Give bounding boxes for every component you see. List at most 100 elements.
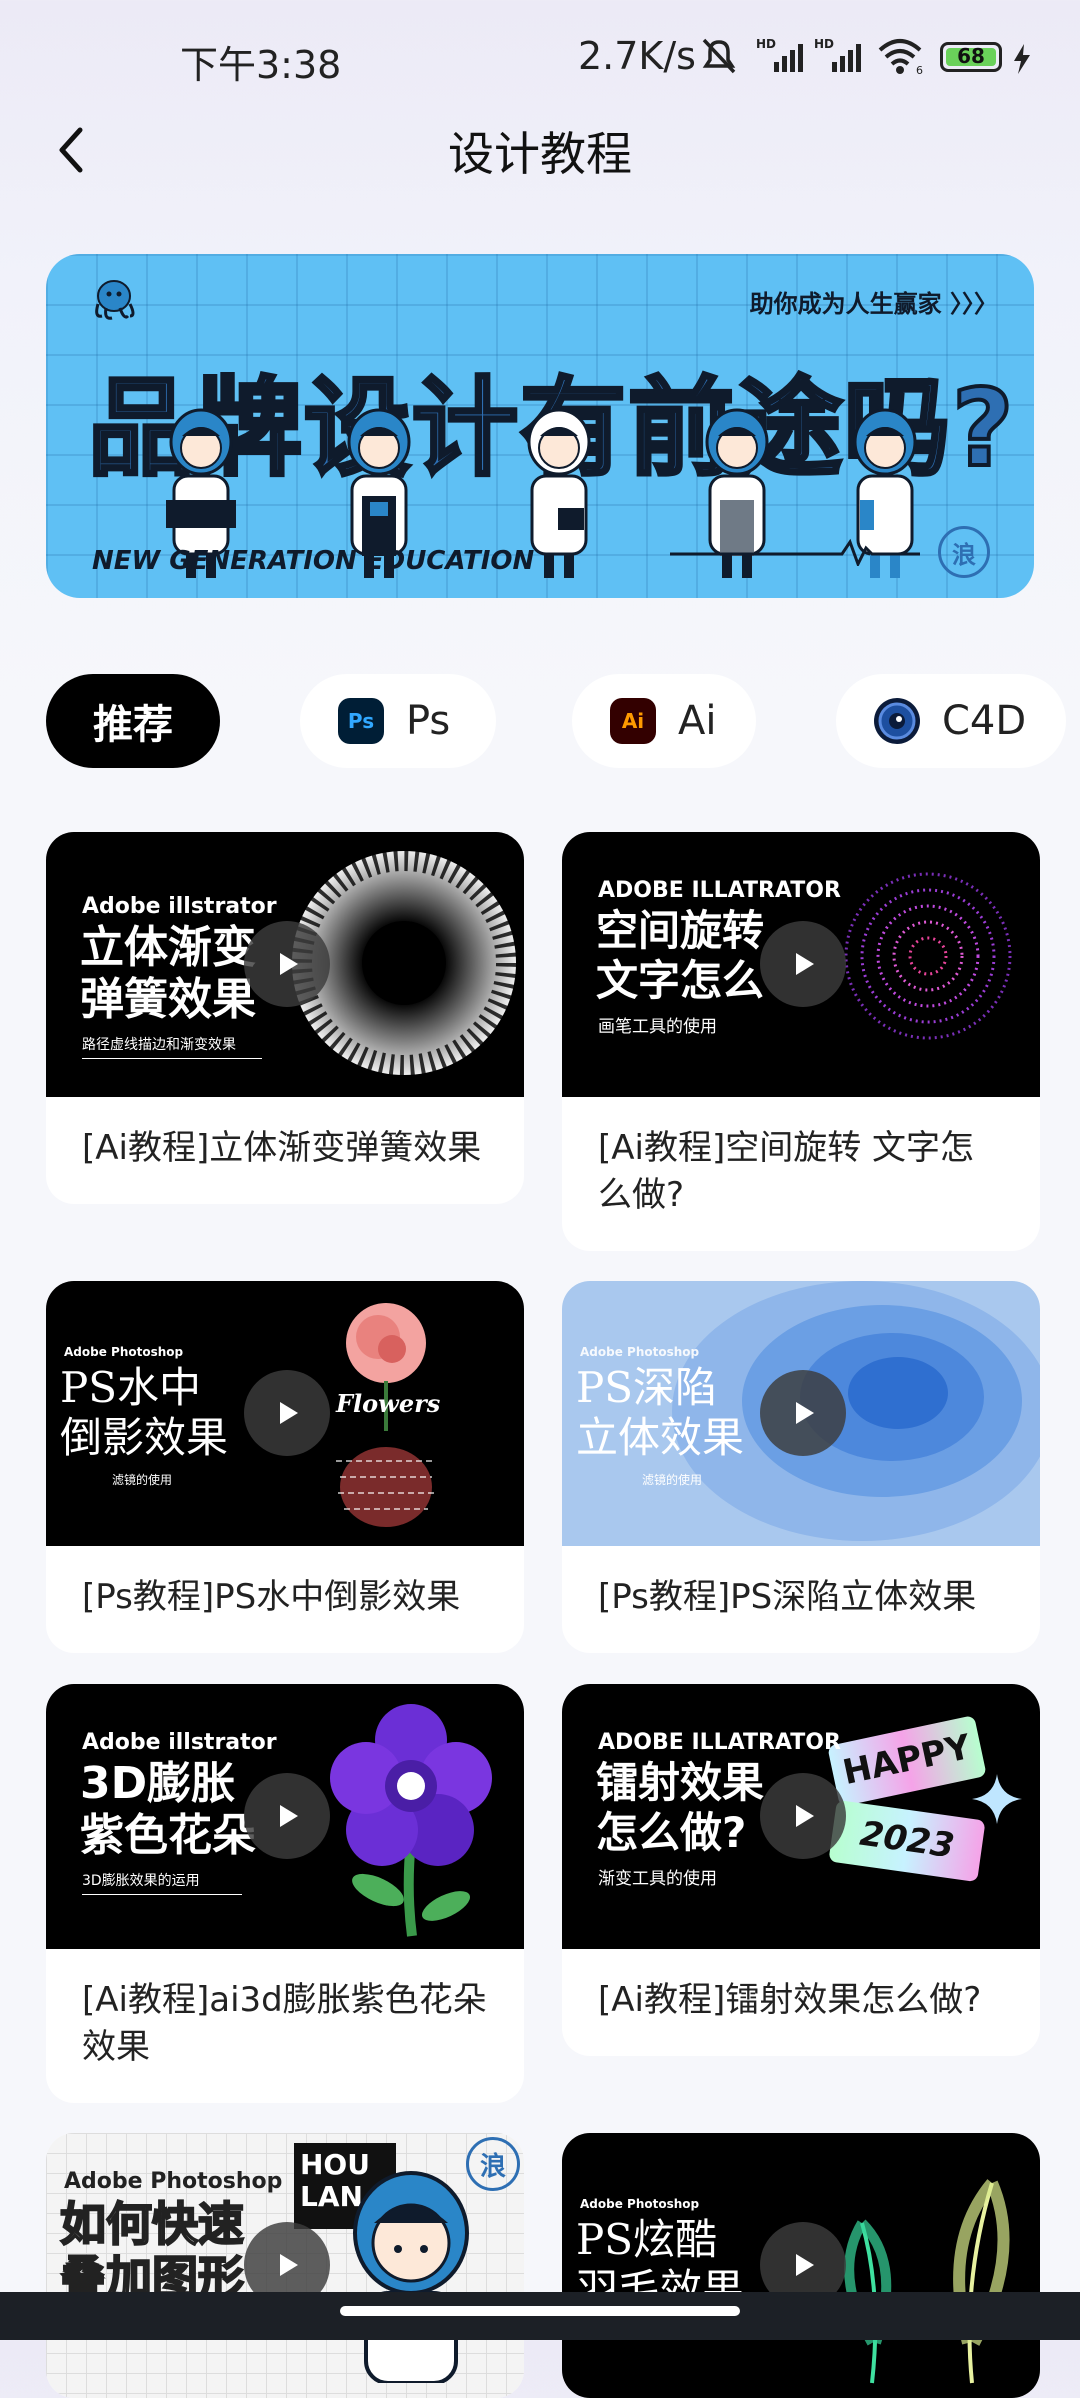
play-icon	[796, 1805, 814, 1827]
tutorial-card[interactable]: Adobe Photoshop PS炫酷 羽毛效果	[562, 2133, 1040, 2398]
purple-flower-graphic	[330, 1704, 492, 1937]
thumb-title-1: PS炫酷	[576, 2215, 718, 2264]
wifi-icon: 6	[878, 39, 923, 76]
card-caption: [Ps教程]PS深陷立体效果	[598, 1577, 977, 1617]
banner-slogan: 助你成为人生赢家 〉〉〉	[749, 290, 998, 318]
thumb-title-1: 空间旋转	[596, 906, 765, 955]
illustrator-icon: Ai	[610, 698, 656, 744]
tab-label: C4D	[942, 698, 1027, 744]
tab-recommend[interactable]: 推荐	[46, 674, 220, 768]
play-icon	[796, 953, 814, 975]
thumb-title-2: 立体效果	[576, 1413, 745, 1462]
play-icon	[796, 1402, 814, 1424]
network-speed: 2.7K/s	[578, 34, 696, 78]
battery-icon: 68	[940, 42, 1002, 72]
video-thumbnail: Adobe illstrator 3D膨胀 紫色花朵 3D膨胀效果的运用	[46, 1684, 524, 1949]
tutorial-card[interactable]: Adobe illstrator 3D膨胀 紫色花朵 3D膨胀效果的运用 [Ai…	[46, 1684, 524, 2103]
cinema4d-icon	[874, 698, 920, 744]
home-indicator[interactable]	[340, 2306, 740, 2316]
year-text: 2023	[857, 1813, 957, 1867]
tab-ps[interactable]: Ps Ps	[300, 674, 496, 768]
thumb-brand: Adobe Photoshop	[580, 1345, 700, 1359]
thumb-brand: ADOBE ILLATRATOR	[598, 1730, 841, 1755]
year-badge: 2023	[828, 1799, 986, 1883]
octopus-logo-icon	[95, 280, 135, 320]
play-button[interactable]	[244, 1370, 330, 1456]
play-button[interactable]	[760, 921, 846, 1007]
play-icon	[280, 2254, 298, 2276]
thumb-brand: Adobe illstrator	[82, 1730, 277, 1755]
play-icon	[796, 2254, 814, 2276]
system-nav-bar	[0, 2292, 1080, 2340]
page-title: 设计教程	[448, 127, 632, 181]
promo-banner[interactable]: 助你成为人生赢家 〉〉〉 品牌设计有前途吗?	[46, 254, 1034, 598]
mute-icon	[702, 38, 736, 74]
play-button[interactable]	[244, 921, 330, 1007]
thumb-subtitle: 3D膨胀效果的运用	[82, 1870, 242, 1895]
play-button[interactable]	[244, 1773, 330, 1859]
video-thumbnail: Adobe illstrator 立体渐变 弹簧效果 路径虚线描边和渐变效果	[46, 832, 524, 1097]
tutorial-card[interactable]: ADOBE ILLATRATOR 空间旋转 文字怎么 画笔工具的使用 [Ai教程…	[562, 832, 1040, 1251]
spiral-text-graphic	[844, 872, 1012, 1040]
play-icon	[280, 1402, 298, 1424]
sparkle-icon	[972, 1774, 1022, 1824]
signal-hd-icon-2: HD	[814, 37, 861, 72]
thumb-subtitle: 画笔工具的使用	[598, 1017, 717, 1037]
thumb-brand: ADOBE ILLATRATOR	[598, 878, 841, 903]
cartoon-character-icon-6	[353, 2171, 469, 2383]
thumb-title-1: PS水中	[60, 1363, 202, 1412]
thumb-title-1: 如何快速	[59, 2196, 245, 2252]
thumb-title-2: 弹簧效果	[80, 974, 256, 1025]
happy-text: HAPPY	[839, 1727, 975, 1794]
thumb-brand: Adobe Photoshop	[64, 1345, 184, 1359]
photoshop-icon: Ps	[338, 698, 384, 744]
banner-seal: 浪	[938, 526, 990, 578]
thumb-brand: Adobe Photoshop	[580, 2197, 700, 2211]
thumb-title-1: PS深陷	[576, 1363, 718, 1412]
status-time: 下午3:38	[180, 43, 342, 87]
tutorial-card[interactable]: HAPPY 2023 ADOBE ILLATRATOR 镭射效果 怎么做? 渐变…	[562, 1684, 1040, 2056]
status-bar: 下午3:38 2.7K/s HD HD 6 68	[0, 0, 1080, 110]
thumb-deco-text: Flowers	[336, 1389, 441, 1418]
thumb-title-2: 怎么做?	[596, 1808, 747, 1857]
tab-ai[interactable]: Ai Ai	[572, 674, 756, 768]
thumb-brand: Adobe Photoshop	[64, 2169, 283, 2194]
thumb-title-1: 镭射效果	[596, 1758, 765, 1807]
tutorial-card[interactable]: Adobe Photoshop PS深陷 立体效果 滤镜的使用 [Ps教程]PS…	[562, 1281, 1040, 1653]
video-thumbnail: Flowers Adobe Photoshop PS水中 倒影效果 滤镜的使用	[46, 1281, 524, 1546]
thumb-subtitle: 路径虚线描边和渐变效果	[82, 1034, 262, 1059]
svg-text:6: 6	[916, 64, 923, 76]
card-caption: [Ai教程]立体渐变弹簧效果	[82, 1128, 482, 1168]
play-button[interactable]	[760, 1773, 846, 1859]
svg-text:HD: HD	[814, 37, 834, 51]
tutorial-card[interactable]: Flowers Adobe Photoshop PS水中 倒影效果 滤镜的使用 …	[46, 1281, 524, 1653]
tutorial-card[interactable]: Adobe illstrator 立体渐变 弹簧效果 路径虚线描边和渐变效果 […	[46, 832, 524, 1204]
tutorial-card[interactable]: HOU LAN 浪 Adobe Photoshop 如何快速 叠加图形	[46, 2133, 524, 2398]
card-caption: [Ai教程]ai3d膨胀紫色花朵效果	[82, 1980, 487, 2067]
thumb-subtitle: 滤镜的使用	[112, 1473, 173, 1487]
seal-badge: 浪	[466, 2137, 520, 2191]
video-thumbnail: Adobe Photoshop PS深陷 立体效果 滤镜的使用	[562, 1281, 1040, 1546]
thumb-subtitle: 滤镜的使用	[642, 1473, 703, 1487]
card-caption: [Ai教程]空间旋转 文字怎么做?	[598, 1128, 975, 1215]
tab-label: 推荐	[93, 702, 173, 748]
tab-c4d[interactable]: C4D	[836, 674, 1066, 768]
play-button[interactable]	[760, 1370, 846, 1456]
category-tabs: 推荐 Ps Ps Ai Ai C4D	[0, 674, 1080, 768]
thumb-title-1: 立体渐变	[80, 922, 256, 973]
tab-label: Ps	[406, 698, 451, 744]
thumb-brand: Adobe illstrator	[82, 894, 277, 919]
thumb-title-1: 3D膨胀	[80, 1758, 236, 1809]
video-thumbnail: HOU LAN 浪 Adobe Photoshop 如何快速 叠加图形	[46, 2133, 524, 2398]
thumb-title-2: 文字怎么	[596, 956, 765, 1005]
card-caption: [Ps教程]PS水中倒影效果	[82, 1577, 461, 1617]
video-thumbnail: HAPPY 2023 ADOBE ILLATRATOR 镭射效果 怎么做? 渐变…	[562, 1684, 1040, 1949]
battery-level: 68	[957, 44, 985, 68]
video-thumbnail: ADOBE ILLATRATOR 空间旋转 文字怎么 画笔工具的使用	[562, 832, 1040, 1097]
banner-footer: NEW GENERATION EDUCATION	[92, 546, 535, 576]
happy-badge: HAPPY	[827, 1715, 987, 1807]
card-caption: [Ai教程]镭射效果怎么做?	[598, 1980, 982, 2020]
signal-hd-icon: HD	[756, 37, 803, 72]
video-thumbnail: Adobe Photoshop PS炫酷 羽毛效果	[562, 2133, 1040, 2398]
thumb-title-2: 倒影效果	[60, 1413, 229, 1462]
